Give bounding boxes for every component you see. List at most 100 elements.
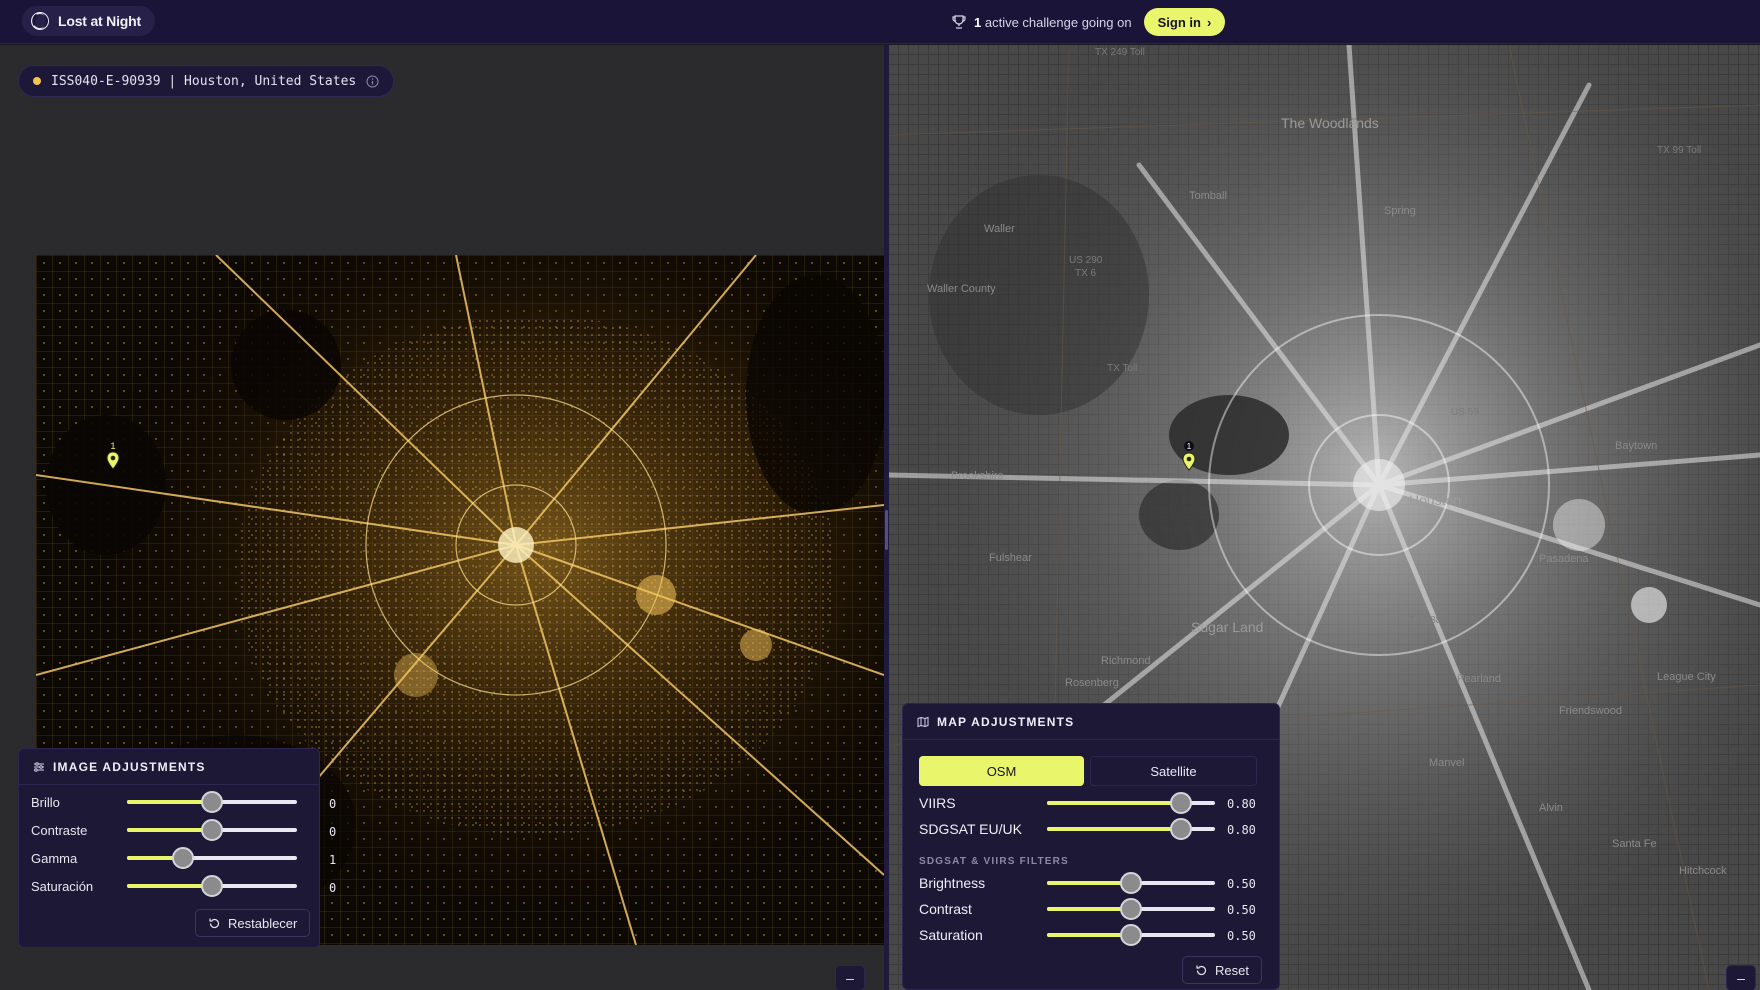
slider-label: Contrast	[919, 901, 972, 917]
brand[interactable]: Lost at Night	[22, 6, 155, 36]
slider-brightness: Brillo	[31, 791, 297, 813]
challenge-label: active challenge going on	[984, 14, 1132, 30]
slider-thumb[interactable]	[1120, 872, 1142, 894]
map-label-brookshire: Brookshire	[951, 470, 1004, 482]
slider-value: 0.80	[1227, 797, 1256, 811]
map-adjustments-title: MAP ADJUSTMENTS	[937, 714, 1075, 729]
slider-label: Brightness	[919, 875, 986, 891]
slider-fill	[127, 800, 212, 804]
status-dot	[33, 77, 41, 85]
osm-label: OSM	[986, 763, 1017, 779]
slider-label: VIIRS	[919, 795, 956, 811]
map-adjustments-header: MAP ADJUSTMENTS	[903, 704, 1279, 740]
chevron-right-icon: ›	[1206, 14, 1212, 30]
pin-label: 1	[1187, 442, 1192, 451]
satellite-button[interactable]: Satellite	[1090, 756, 1257, 786]
slider-fill	[1047, 827, 1182, 831]
slider-track[interactable]	[127, 847, 297, 869]
slider-gamma: Gamma	[31, 847, 297, 869]
slider-label: Saturación	[31, 878, 94, 894]
map-label-tx99: TX 99 Toll	[1657, 145, 1702, 156]
restablecer-button[interactable]: Restablecer	[195, 909, 311, 937]
trophy-icon	[952, 15, 966, 29]
slider-track[interactable]	[127, 791, 297, 813]
map-pin-icon[interactable]: 1	[1180, 441, 1198, 473]
slider-label: SDGSAT EU/UK	[919, 821, 1022, 837]
map-label-tx-toll: TX Toll	[1107, 363, 1138, 374]
slider-label: Contraste	[31, 822, 88, 838]
slider-value: 0.50	[1227, 903, 1256, 917]
slider-label: Saturation	[919, 927, 983, 943]
map-label-tx6: TX 6	[1075, 268, 1097, 279]
info-icon[interactable]	[366, 75, 379, 88]
slider-track[interactable]	[1047, 818, 1215, 840]
slider-fill	[1047, 933, 1131, 937]
filters-caption: SDGSAT & VIIRS FILTERS	[919, 856, 1069, 867]
satellite-label: Satellite	[1150, 763, 1197, 779]
slider-track[interactable]	[127, 875, 297, 897]
map-label-us290: US 290	[1069, 255, 1103, 266]
pin-label: 1	[110, 442, 115, 451]
collapse-map-panel-button[interactable]: –	[1726, 965, 1756, 990]
slider-value: 1	[329, 853, 337, 867]
sign-in-button[interactable]: Sign in ›	[1143, 8, 1226, 36]
slider-saturation: Saturación	[31, 875, 297, 897]
slider-thumb[interactable]	[1120, 898, 1142, 920]
reset-icon	[209, 918, 220, 928]
slider-track[interactable]	[127, 819, 297, 841]
slider-track[interactable]	[1047, 898, 1215, 920]
slider-fill	[127, 828, 212, 832]
slider-thumb[interactable]	[1120, 924, 1142, 946]
slider-label: Gamma	[31, 850, 78, 866]
slider-fill	[1047, 907, 1131, 911]
osm-button[interactable]: OSM	[919, 756, 1084, 786]
image-adjustments-header: IMAGE ADJUSTMENTS	[19, 749, 319, 785]
image-adjustments-panel: IMAGE ADJUSTMENTS Brillo 0 Contraste 0 G…	[18, 748, 336, 948]
challenge-text: 1 active challenge going on	[974, 15, 1132, 30]
slider-thumb[interactable]	[1170, 818, 1193, 840]
map-label-waller: Waller	[984, 223, 1015, 235]
map-label-tx249: TX 249 Toll	[1095, 47, 1145, 58]
slider-filter-brightness: Brightness	[919, 872, 1215, 894]
map-pin-icon[interactable]: 1	[104, 442, 122, 472]
reset-label: Reset	[1215, 962, 1249, 978]
image-adjustments-title: IMAGE ADJUSTMENTS	[53, 759, 206, 774]
map-label-tx288: TX 288	[1409, 615, 1442, 626]
map-label-manvel: Manvel	[1429, 757, 1465, 769]
challenge-notice: 1 active challenge going on Sign in ›	[952, 8, 1226, 36]
collapse-image-panel-button[interactable]: –	[835, 965, 865, 990]
image-id-location: ISS040-E-90939 | Houston, United States	[51, 73, 357, 89]
map-label-fulshear: Fulshear	[989, 552, 1032, 564]
slider-track[interactable]	[1047, 924, 1215, 946]
slider-thumb[interactable]	[1170, 792, 1193, 814]
slider-fill	[127, 884, 212, 888]
slider-thumb[interactable]	[201, 791, 223, 813]
map-label-santa-fe: Santa Fe	[1612, 838, 1657, 850]
divider-handle[interactable]	[885, 510, 888, 550]
reset-icon	[1196, 965, 1207, 975]
slider-label: Brillo	[31, 794, 60, 810]
slider-thumb[interactable]	[172, 847, 195, 869]
slider-thumb[interactable]	[201, 875, 223, 897]
reset-button[interactable]: Reset	[1182, 956, 1262, 984]
slider-track[interactable]	[1047, 872, 1215, 894]
map-label-friendswood: Friendswood	[1559, 705, 1622, 717]
slider-filter-saturation: Saturation	[919, 924, 1215, 946]
slider-track[interactable]	[1047, 792, 1215, 814]
map-label-pearland: Pearland	[1457, 673, 1502, 685]
map-label-tomball: Tomball	[1189, 190, 1227, 202]
map-label-baytown: Baytown	[1615, 440, 1658, 452]
slider-fill	[1047, 881, 1131, 885]
map-label-hitchcock: Hitchcock	[1679, 865, 1727, 877]
moon-logo-icon	[31, 12, 49, 30]
challenge-count: 1	[974, 14, 982, 30]
map-label-us59: US 59	[1451, 407, 1479, 418]
restablecer-label: Restablecer	[228, 915, 298, 931]
slider-value: 0.50	[1227, 877, 1256, 891]
top-bar: Lost at Night 1 active challenge going o…	[0, 0, 1760, 44]
map-label-the-woodlands: The Woodlands	[1281, 115, 1379, 131]
map-label-richmond: Richmond	[1101, 655, 1151, 667]
map-label-waller-county: Waller County	[927, 283, 996, 295]
slider-value: 0.50	[1227, 929, 1256, 943]
slider-thumb[interactable]	[201, 819, 223, 841]
